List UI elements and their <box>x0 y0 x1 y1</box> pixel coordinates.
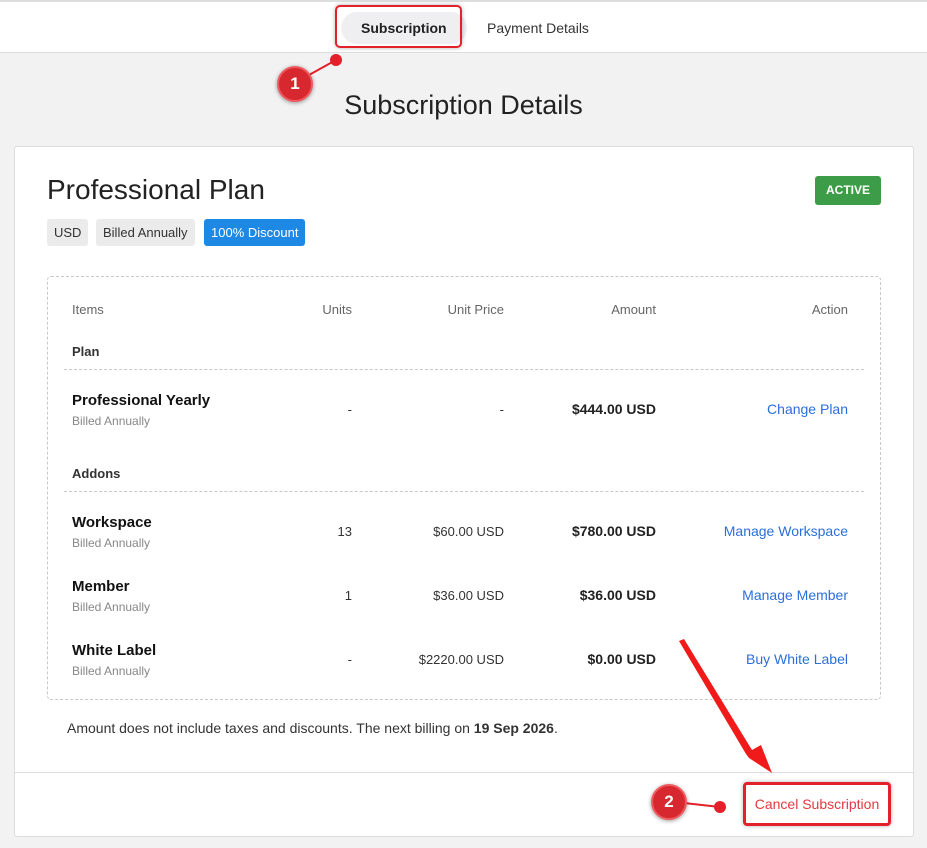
step-badge-2: 2 <box>651 784 687 820</box>
annotation-overlay <box>0 0 927 848</box>
arrow-icon <box>679 639 772 773</box>
connector-dot <box>330 54 342 66</box>
step-badge-1: 1 <box>277 66 313 102</box>
connector-dot <box>714 801 726 813</box>
